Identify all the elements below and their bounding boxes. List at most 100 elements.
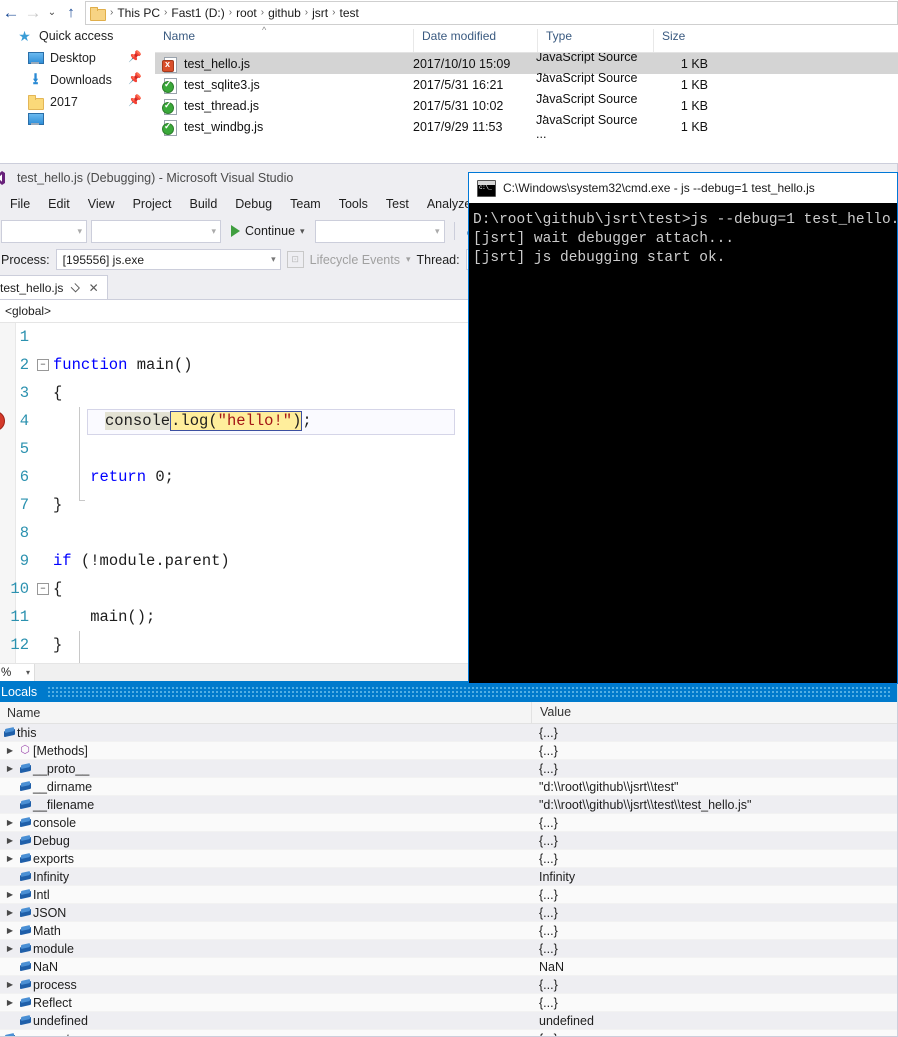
list-item[interactable]: ▶ Reflect {...}: [0, 994, 897, 1012]
list-item[interactable]: __dirname "d:\\root\\github\\jsrt\\test": [0, 778, 897, 796]
visual-studio-logo-icon: [0, 167, 11, 189]
list-item[interactable]: Infinity Infinity: [0, 868, 897, 886]
column-header-type[interactable]: Type: [537, 29, 653, 52]
expander-closed-icon[interactable]: ▶: [3, 764, 17, 773]
pin-icon[interactable]: ⊐: [68, 280, 84, 295]
menu-project[interactable]: Project: [124, 197, 181, 211]
list-item[interactable]: ▶ Debug {...}: [0, 832, 897, 850]
column-header-name[interactable]: Name: [0, 706, 531, 720]
expander-closed-icon[interactable]: ▶: [3, 854, 17, 863]
list-item[interactable]: ▶ console {...}: [0, 814, 897, 832]
column-header-size[interactable]: Size: [653, 29, 736, 52]
list-item[interactable]: ▶ ⬡ [Methods] {...}: [0, 742, 897, 760]
locals-value-cell: {...}: [539, 905, 558, 920]
breadcrumb-jsrt[interactable]: jsrt: [309, 6, 331, 20]
command-prompt-window[interactable]: C:\Windows\system32\cmd.exe - js --debug…: [468, 172, 898, 684]
object-icon: [17, 980, 33, 989]
table-row[interactable]: test_thread.js 2017/5/31 10:02 JavaScrip…: [155, 92, 898, 120]
locals-tree[interactable]: ◢ this {...} ▶ ⬡ [Methods] {...} ▶ _: [0, 724, 897, 1036]
list-item[interactable]: undefined undefined: [0, 1012, 897, 1030]
list-item[interactable]: ▶ JSON {...}: [0, 904, 897, 922]
pin-icon[interactable]: 📌: [128, 74, 142, 85]
list-item[interactable]: ▶ Intl {...}: [0, 886, 897, 904]
column-header-name[interactable]: Name: [155, 29, 413, 52]
list-item[interactable]: ▶ Math {...}: [0, 922, 897, 940]
arrow-up-icon[interactable]: ↑: [60, 2, 82, 24]
list-item[interactable]: ▶ module {...}: [0, 940, 897, 958]
scope-label[interactable]: <global>: [5, 304, 51, 318]
breadcrumb-test[interactable]: test: [336, 6, 361, 20]
expander-closed-icon[interactable]: ▶: [3, 926, 17, 935]
pin-icon[interactable]: 📌: [128, 96, 142, 107]
panel-drag-handle[interactable]: [47, 686, 891, 697]
list-item[interactable]: ▶ process {...}: [0, 976, 897, 994]
menu-file[interactable]: File: [1, 197, 39, 211]
chevron-down-icon[interactable]: ▾: [26, 668, 30, 677]
expander-closed-icon[interactable]: ▶: [3, 908, 17, 917]
breadcrumb-fast1[interactable]: Fast1 (D:): [168, 6, 227, 20]
startup-target-combo[interactable]: ▾: [314, 219, 445, 243]
chevron-down-icon[interactable]: ▾: [406, 254, 411, 265]
fold-slot[interactable]: −: [35, 359, 51, 371]
menu-debug[interactable]: Debug: [226, 197, 281, 211]
menu-build[interactable]: Build: [180, 197, 226, 211]
locals-value-cell: {...}: [539, 833, 558, 848]
menu-team[interactable]: Team: [281, 197, 330, 211]
list-item[interactable]: ▶ __proto__ {...}: [0, 760, 897, 778]
platform-combo[interactable]: ▾: [91, 219, 221, 243]
collapse-icon[interactable]: −: [37, 583, 49, 595]
zoom-level-selector[interactable]: 32 % ▾: [0, 664, 35, 681]
list-item[interactable]: ◢ this {...}: [0, 724, 897, 742]
close-icon[interactable]: ✕: [89, 281, 99, 295]
arrow-left-icon[interactable]: ←: [0, 2, 22, 24]
configuration-combo[interactable]: ▾: [1, 219, 87, 243]
sidebar-item-quick-access[interactable]: ★ Quick access: [0, 25, 155, 47]
expander-closed-icon[interactable]: ▶: [3, 980, 17, 989]
expander-closed-icon[interactable]: ▶: [3, 998, 17, 1007]
file-name-label: test_sqlite3.js: [184, 77, 260, 92]
cmd-title-bar[interactable]: C:\Windows\system32\cmd.exe - js --debug…: [469, 173, 897, 203]
cmd-output[interactable]: D:\root\github\jsrt\test>js --debug=1 te…: [469, 203, 897, 268]
menu-test[interactable]: Test: [377, 197, 418, 211]
expander-closed-icon[interactable]: ▶: [3, 944, 17, 953]
collapse-icon[interactable]: −: [37, 359, 49, 371]
toolbar-divider: [453, 222, 455, 240]
breadcrumb-this-pc[interactable]: This PC: [114, 6, 163, 20]
expander-closed-icon[interactable]: ▶: [3, 890, 17, 899]
address-bar[interactable]: › This PC › Fast1 (D:) › root › github ›…: [85, 0, 898, 25]
code-text: main();: [53, 608, 156, 626]
breadcrumb-github[interactable]: github: [265, 6, 304, 20]
sidebar-item-truncated[interactable]: [0, 113, 155, 125]
sidebar-item-2017[interactable]: 2017 📌: [0, 91, 155, 113]
table-row[interactable]: test_sqlite3.js 2017/5/31 16:21 JavaScri…: [155, 71, 898, 99]
expander-closed-icon[interactable]: ▶: [3, 836, 17, 845]
list-item[interactable]: __filename "d:\\root\\github\\jsrt\\test…: [0, 796, 897, 814]
continue-button[interactable]: Continue ▾: [225, 224, 311, 238]
sidebar-item-desktop[interactable]: Desktop 📌: [0, 47, 155, 69]
file-name-cell: test_windbg.js: [155, 119, 413, 136]
locals-panel-header: Locals: [0, 681, 897, 702]
line-number: 8: [19, 524, 29, 542]
list-item[interactable]: NaN NaN: [0, 958, 897, 976]
column-header-value[interactable]: Value: [531, 702, 897, 723]
arrow-right-icon[interactable]: →: [22, 2, 44, 24]
lifecycle-events-label[interactable]: Lifecycle Events: [310, 253, 400, 267]
fold-slot[interactable]: −: [35, 583, 51, 595]
process-combo[interactable]: [195556] js.exe ▾: [55, 249, 281, 270]
expander-closed-icon[interactable]: ▶: [3, 818, 17, 827]
list-item[interactable]: ▶ exports {...}: [0, 850, 897, 868]
table-row[interactable]: test_windbg.js 2017/9/29 11:53 JavaScrip…: [155, 113, 898, 141]
chevron-down-icon[interactable]: ⌄: [44, 2, 60, 24]
column-header-date-modified[interactable]: Date modified: [413, 29, 537, 52]
sidebar-item-downloads[interactable]: ⭳ Downloads 📌: [0, 69, 155, 91]
menu-view[interactable]: View: [79, 197, 124, 211]
list-item[interactable]: ▶ arguments {...}: [0, 1030, 897, 1036]
menu-edit[interactable]: Edit: [39, 197, 79, 211]
line-number: 11: [10, 608, 29, 626]
pin-icon[interactable]: 📌: [128, 52, 142, 63]
breadcrumb-root[interactable]: root: [233, 6, 260, 20]
tab-test-hello-js[interactable]: test_hello.js ⊐ ✕: [0, 275, 108, 299]
menu-tools[interactable]: Tools: [330, 197, 377, 211]
table-row[interactable]: test_hello.js 2017/10/10 15:09 JavaScrip…: [155, 50, 898, 78]
expander-closed-icon[interactable]: ▶: [3, 746, 17, 755]
